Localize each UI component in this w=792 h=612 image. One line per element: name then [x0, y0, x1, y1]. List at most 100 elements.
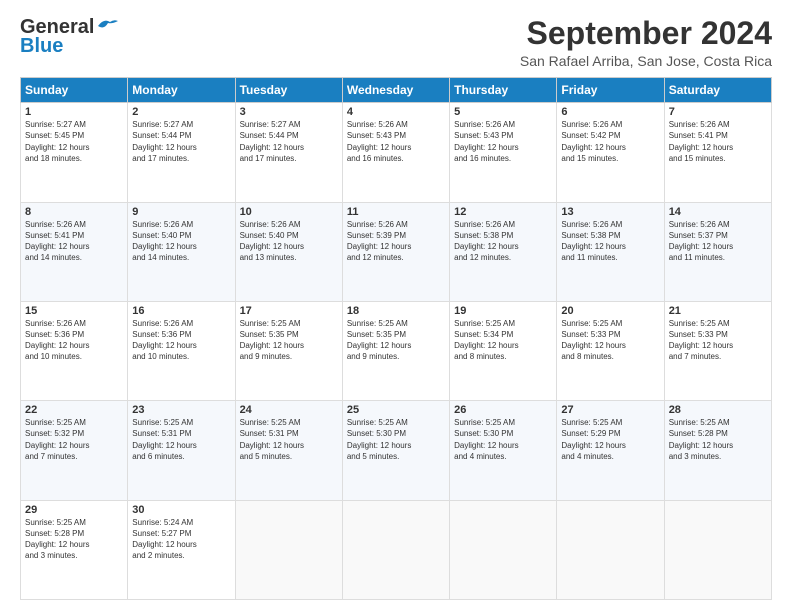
calendar-cell: 19Sunrise: 5:25 AM Sunset: 5:34 PM Dayli… — [450, 301, 557, 400]
day-info: Sunrise: 5:26 AM Sunset: 5:43 PM Dayligh… — [454, 120, 518, 163]
calendar-cell: 26 Sunrise: 5:25 AM Sunset: 5:30 PM Dayli… — [450, 401, 557, 500]
calendar-cell: 29 Sunrise: 5:25 AM Sunset: 5:28 PM Dayli… — [21, 500, 128, 599]
day-number: 23 — [132, 404, 230, 416]
day-info: Sunrise: 5:26 AM Sunset: 5:40 PM Dayligh… — [132, 220, 196, 263]
main-title: September 2024 — [520, 16, 772, 51]
day-info: Sunrise: 5:26 AM Sunset: 5:37 PM Dayligh… — [669, 220, 733, 263]
calendar-week-1: 1 Sunrise: 5:27 AM Sunset: 5:45 PM Daylig… — [21, 103, 772, 202]
day-number: 30 — [132, 504, 230, 516]
day-info: Sunrise: 5:26 AM Sunset: 5:41 PM Dayligh… — [669, 120, 733, 163]
day-info: Sunrise: 5:26 AM Sunset: 5:36 PM Dayligh… — [132, 319, 196, 362]
col-header-friday: Friday — [557, 78, 664, 103]
day-info: Sunrise: 5:25 AM Sunset: 5:33 PM Dayligh… — [561, 319, 625, 362]
day-number: 6 — [561, 106, 659, 118]
day-number: 18 — [347, 305, 445, 317]
day-number: 13 — [561, 206, 659, 218]
calendar-cell: 20Sunrise: 5:25 AM Sunset: 5:33 PM Dayli… — [557, 301, 664, 400]
day-info: Sunrise: 5:26 AM Sunset: 5:38 PM Dayligh… — [561, 220, 625, 263]
day-number: 21 — [669, 305, 767, 317]
calendar-table: SundayMondayTuesdayWednesdayThursdayFrid… — [20, 77, 772, 600]
calendar-cell — [342, 500, 449, 599]
calendar-cell: 1 Sunrise: 5:27 AM Sunset: 5:45 PM Daylig… — [21, 103, 128, 202]
calendar-cell: 4 Sunrise: 5:26 AM Sunset: 5:43 PM Daylig… — [342, 103, 449, 202]
calendar: SundayMondayTuesdayWednesdayThursdayFrid… — [20, 77, 772, 600]
day-number: 3 — [240, 106, 338, 118]
day-number: 9 — [132, 206, 230, 218]
day-number: 16 — [132, 305, 230, 317]
calendar-cell: 28 Sunrise: 5:25 AM Sunset: 5:28 PM Dayli… — [664, 401, 771, 500]
col-header-wednesday: Wednesday — [342, 78, 449, 103]
day-number: 28 — [669, 404, 767, 416]
day-number: 25 — [347, 404, 445, 416]
day-number: 19 — [454, 305, 552, 317]
calendar-cell: 5Sunrise: 5:26 AM Sunset: 5:43 PM Daylig… — [450, 103, 557, 202]
day-info: Sunrise: 5:25 AM Sunset: 5:31 PM Dayligh… — [132, 418, 196, 461]
day-info: Sunrise: 5:25 AM Sunset: 5:32 PM Dayligh… — [25, 418, 89, 461]
day-number: 29 — [25, 504, 123, 516]
calendar-week-3: 15Sunrise: 5:26 AM Sunset: 5:36 PM Dayli… — [21, 301, 772, 400]
calendar-cell: 15Sunrise: 5:26 AM Sunset: 5:36 PM Dayli… — [21, 301, 128, 400]
day-info: Sunrise: 5:25 AM Sunset: 5:35 PM Dayligh… — [240, 319, 304, 362]
day-info: Sunrise: 5:27 AM Sunset: 5:44 PM Dayligh… — [132, 120, 196, 163]
calendar-cell — [450, 500, 557, 599]
day-info: Sunrise: 5:25 AM Sunset: 5:31 PM Dayligh… — [240, 418, 304, 461]
page: General Blue September 2024 San Rafael A… — [0, 0, 792, 612]
day-number: 24 — [240, 404, 338, 416]
calendar-week-4: 22Sunrise: 5:25 AM Sunset: 5:32 PM Dayli… — [21, 401, 772, 500]
day-info: Sunrise: 5:25 AM Sunset: 5:28 PM Dayligh… — [669, 418, 733, 461]
header: General Blue September 2024 San Rafael A… — [20, 16, 772, 69]
day-info: Sunrise: 5:25 AM Sunset: 5:29 PM Dayligh… — [561, 418, 625, 461]
day-info: Sunrise: 5:25 AM Sunset: 5:30 PM Dayligh… — [347, 418, 411, 461]
logo: General Blue — [20, 16, 118, 58]
calendar-cell: 27 Sunrise: 5:25 AM Sunset: 5:29 PM Dayli… — [557, 401, 664, 500]
calendar-cell: 10Sunrise: 5:26 AM Sunset: 5:40 PM Dayli… — [235, 202, 342, 301]
calendar-cell: 12Sunrise: 5:26 AM Sunset: 5:38 PM Dayli… — [450, 202, 557, 301]
col-header-sunday: Sunday — [21, 78, 128, 103]
day-number: 12 — [454, 206, 552, 218]
day-info: Sunrise: 5:24 AM Sunset: 5:27 PM Dayligh… — [132, 518, 196, 561]
day-info: Sunrise: 5:27 AM Sunset: 5:45 PM Dayligh… — [25, 120, 89, 163]
day-info: Sunrise: 5:26 AM Sunset: 5:42 PM Dayligh… — [561, 120, 625, 163]
day-info: Sunrise: 5:26 AM Sunset: 5:36 PM Dayligh… — [25, 319, 89, 362]
day-number: 1 — [25, 106, 123, 118]
day-number: 26 — [454, 404, 552, 416]
calendar-cell: 7 Sunrise: 5:26 AM Sunset: 5:41 PM Daylig… — [664, 103, 771, 202]
calendar-cell: 16 Sunrise: 5:26 AM Sunset: 5:36 PM Dayli… — [128, 301, 235, 400]
calendar-cell: 25 Sunrise: 5:25 AM Sunset: 5:30 PM Dayli… — [342, 401, 449, 500]
day-number: 4 — [347, 106, 445, 118]
subtitle: San Rafael Arriba, San Jose, Costa Rica — [520, 53, 772, 69]
calendar-cell: 17 Sunrise: 5:25 AM Sunset: 5:35 PM Dayli… — [235, 301, 342, 400]
day-number: 2 — [132, 106, 230, 118]
day-number: 27 — [561, 404, 659, 416]
calendar-cell: 21 Sunrise: 5:25 AM Sunset: 5:33 PM Dayli… — [664, 301, 771, 400]
day-info: Sunrise: 5:26 AM Sunset: 5:39 PM Dayligh… — [347, 220, 411, 263]
logo-blue: Blue — [20, 35, 63, 58]
day-info: Sunrise: 5:25 AM Sunset: 5:33 PM Dayligh… — [669, 319, 733, 362]
day-info: Sunrise: 5:26 AM Sunset: 5:43 PM Dayligh… — [347, 120, 411, 163]
day-info: Sunrise: 5:25 AM Sunset: 5:30 PM Dayligh… — [454, 418, 518, 461]
title-block: September 2024 San Rafael Arriba, San Jo… — [520, 16, 772, 69]
calendar-cell: 18 Sunrise: 5:25 AM Sunset: 5:35 PM Dayli… — [342, 301, 449, 400]
calendar-cell: 9 Sunrise: 5:26 AM Sunset: 5:40 PM Daylig… — [128, 202, 235, 301]
day-info: Sunrise: 5:27 AM Sunset: 5:44 PM Dayligh… — [240, 120, 304, 163]
calendar-cell: 22Sunrise: 5:25 AM Sunset: 5:32 PM Dayli… — [21, 401, 128, 500]
calendar-cell: 23 Sunrise: 5:25 AM Sunset: 5:31 PM Dayli… — [128, 401, 235, 500]
calendar-week-2: 8 Sunrise: 5:26 AM Sunset: 5:41 PM Daylig… — [21, 202, 772, 301]
calendar-cell: 8 Sunrise: 5:26 AM Sunset: 5:41 PM Daylig… — [21, 202, 128, 301]
calendar-cell: 24 Sunrise: 5:25 AM Sunset: 5:31 PM Dayli… — [235, 401, 342, 500]
calendar-cell: 14Sunrise: 5:26 AM Sunset: 5:37 PM Dayli… — [664, 202, 771, 301]
calendar-cell: 30 Sunrise: 5:24 AM Sunset: 5:27 PM Dayli… — [128, 500, 235, 599]
calendar-cell: 13 Sunrise: 5:26 AM Sunset: 5:38 PM Dayli… — [557, 202, 664, 301]
col-header-saturday: Saturday — [664, 78, 771, 103]
day-info: Sunrise: 5:26 AM Sunset: 5:41 PM Dayligh… — [25, 220, 89, 263]
calendar-cell: 3 Sunrise: 5:27 AM Sunset: 5:44 PM Daylig… — [235, 103, 342, 202]
calendar-cell: 2 Sunrise: 5:27 AM Sunset: 5:44 PM Daylig… — [128, 103, 235, 202]
day-info: Sunrise: 5:25 AM Sunset: 5:28 PM Dayligh… — [25, 518, 89, 561]
day-number: 8 — [25, 206, 123, 218]
col-header-tuesday: Tuesday — [235, 78, 342, 103]
day-info: Sunrise: 5:26 AM Sunset: 5:40 PM Dayligh… — [240, 220, 304, 263]
day-info: Sunrise: 5:25 AM Sunset: 5:35 PM Dayligh… — [347, 319, 411, 362]
day-number: 17 — [240, 305, 338, 317]
calendar-cell — [557, 500, 664, 599]
day-number: 7 — [669, 106, 767, 118]
